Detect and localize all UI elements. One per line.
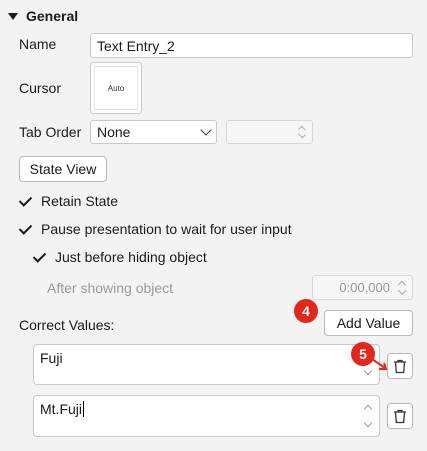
tab-order-select[interactable]: None — [90, 120, 217, 144]
tab-order-selected: None — [97, 124, 131, 140]
name-input-value: Text Entry_2 — [97, 37, 175, 54]
collapse-caret-icon[interactable] — [8, 12, 18, 20]
correct-value-text: Fuji — [40, 350, 63, 366]
annotation-badge-4: 4 — [294, 299, 318, 323]
cursor-picker[interactable]: Auto — [90, 62, 142, 114]
cursor-preview-label: Auto — [107, 83, 125, 93]
name-label: Name — [19, 36, 57, 52]
spinner-arrows-icon — [397, 279, 407, 296]
delete-value-button[interactable] — [387, 353, 413, 379]
chevron-down-icon — [200, 124, 212, 136]
tab-order-label: Tab Order — [19, 124, 82, 140]
state-view-button[interactable]: State View — [19, 156, 107, 182]
after-showing-time-input: 0:00,000 — [312, 275, 413, 300]
checkmark-icon — [33, 250, 47, 264]
just-before-hiding-checkbox[interactable]: Just before hiding object — [33, 249, 207, 265]
annotation-arrow-icon — [371, 358, 388, 370]
pause-presentation-label: Pause presentation to wait for user inpu… — [41, 221, 292, 237]
checkmark-icon — [19, 194, 33, 208]
value-scroll-arrows-icon — [363, 402, 373, 430]
section-title: General — [26, 8, 79, 24]
correct-value-item[interactable]: Fuji — [33, 344, 380, 385]
trash-icon — [394, 359, 406, 373]
delete-value-button[interactable] — [387, 403, 413, 429]
tab-order-number-input — [226, 120, 313, 144]
retain-state-checkbox[interactable]: Retain State — [19, 193, 118, 209]
cursor-label: Cursor — [19, 80, 62, 96]
text-caret — [83, 401, 84, 417]
section-header-general[interactable]: General — [8, 6, 78, 26]
pause-presentation-checkbox[interactable]: Pause presentation to wait for user inpu… — [19, 221, 292, 237]
trash-icon — [394, 409, 406, 423]
just-before-hiding-label: Just before hiding object — [55, 249, 207, 265]
add-value-button[interactable]: Add Value — [324, 310, 413, 336]
cursor-preview: Auto — [94, 66, 138, 110]
after-showing-label: After showing object — [47, 280, 174, 296]
correct-value-text: Mt.Fuji — [40, 401, 82, 417]
checkmark-icon — [19, 222, 33, 236]
after-showing-time-value: 0:00,000 — [339, 280, 390, 295]
correct-values-label: Correct Values: — [19, 317, 115, 333]
spinner-arrows-icon — [297, 124, 307, 140]
retain-state-label: Retain State — [41, 193, 119, 209]
correct-value-item[interactable]: Mt.Fuji — [33, 395, 380, 437]
name-input[interactable]: Text Entry_2 — [90, 33, 413, 58]
